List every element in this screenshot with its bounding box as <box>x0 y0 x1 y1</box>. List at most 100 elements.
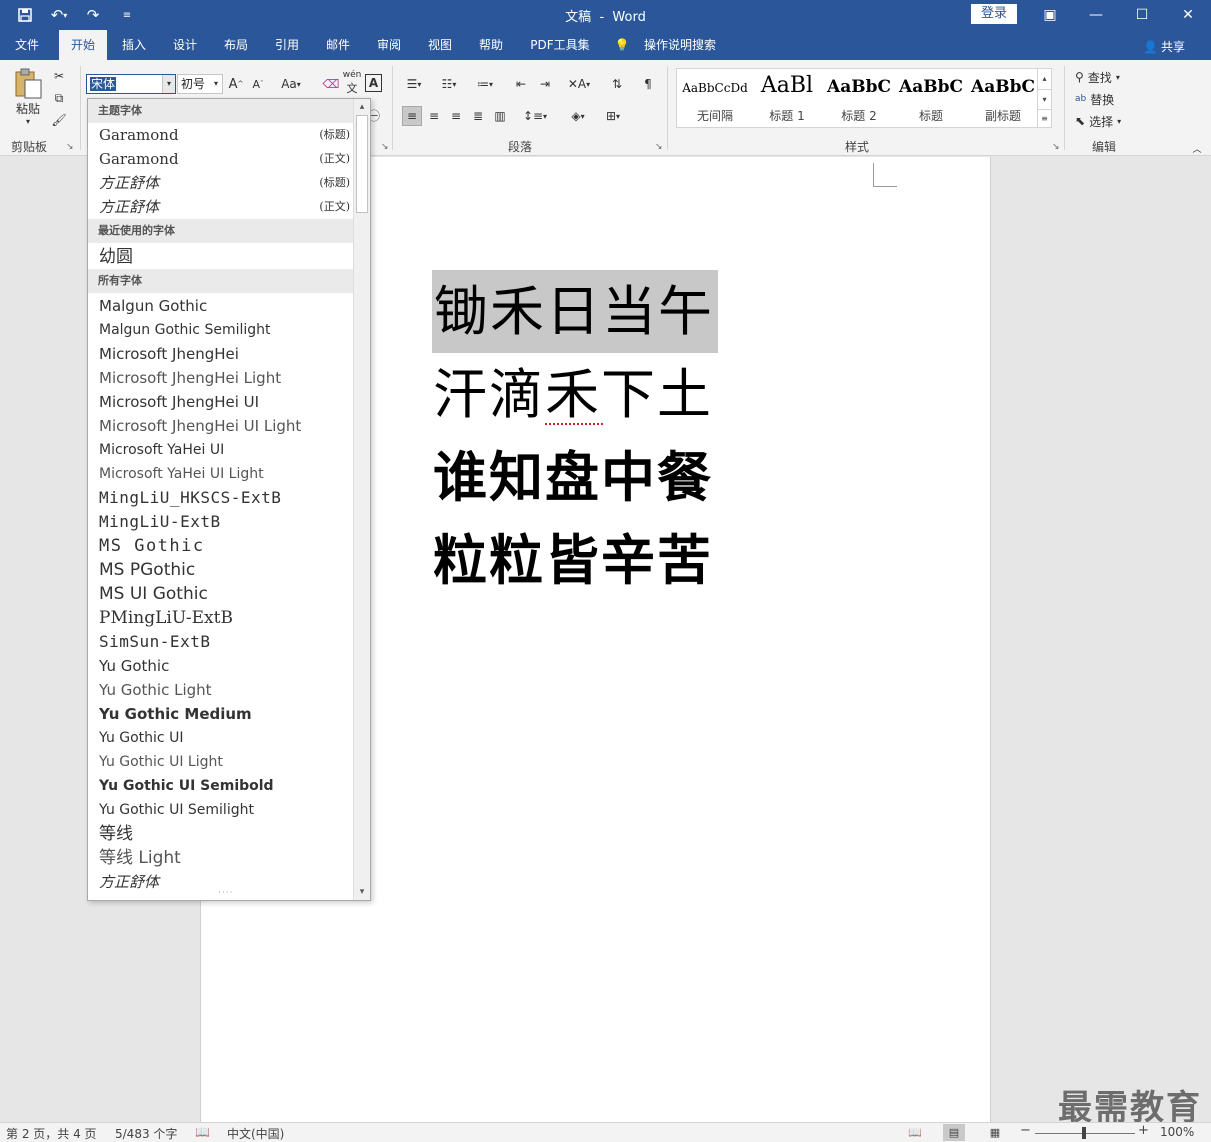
font-option[interactable]: MingLiU_HKSCS-ExtB <box>88 486 354 510</box>
font-option[interactable]: 方正舒体 (标题) <box>88 171 354 195</box>
styles-launcher-icon[interactable]: ↘ <box>1052 142 1060 152</box>
document-line[interactable]: 谁知盘中餐 <box>433 436 713 519</box>
zoom-in-icon[interactable]: + <box>1138 1123 1149 1138</box>
font-option[interactable]: SimSun-ExtB <box>88 630 354 654</box>
font-option[interactable]: Microsoft YaHei UI <box>88 438 354 462</box>
align-left-icon[interactable]: ≡ <box>402 106 422 126</box>
format-painter-icon[interactable]: 🖌 <box>51 112 67 128</box>
font-option[interactable]: PMingLiU-ExtB <box>88 606 354 630</box>
font-option[interactable]: Microsoft JhengHei UI Light <box>88 414 354 438</box>
style-subtitle[interactable]: AaBbC 副标题 <box>967 69 1039 127</box>
tab-design[interactable]: 设计 <box>162 30 208 60</box>
zoom-out-icon[interactable]: − <box>1020 1123 1031 1138</box>
font-option[interactable]: Yu Gothic <box>88 654 354 678</box>
numbering-icon[interactable]: ☷ ▾ <box>436 74 462 94</box>
tab-file[interactable]: 文件 <box>0 30 54 60</box>
clear-formatting-icon[interactable]: ⌫ <box>322 74 340 94</box>
tab-insert[interactable]: 插入 <box>111 30 157 60</box>
chinese-layout-icon[interactable]: ✕A ▾ <box>563 74 595 94</box>
character-border-icon[interactable]: A <box>365 74 382 92</box>
multilevel-list-icon[interactable]: ≔ ▾ <box>471 74 499 94</box>
proofing-icon[interactable]: 📖 <box>195 1125 210 1139</box>
distributed-icon[interactable]: ▥ <box>490 106 510 126</box>
font-option[interactable]: MS PGothic <box>88 558 354 582</box>
cut-icon[interactable]: ✂ <box>51 68 67 84</box>
maximize-icon[interactable]: ☐ <box>1119 0 1165 30</box>
zoom-level[interactable]: 100% <box>1160 1125 1194 1139</box>
font-option[interactable]: MingLiU-ExtB <box>88 510 354 534</box>
font-launcher-icon[interactable]: ↘ <box>381 142 389 152</box>
tab-review[interactable]: 审阅 <box>366 30 412 60</box>
font-option[interactable]: 等线 <box>88 822 354 846</box>
font-option[interactable]: Yu Gothic Medium <box>88 702 354 726</box>
paste-icon[interactable] <box>12 68 44 100</box>
font-option[interactable]: Microsoft YaHei UI Light <box>88 462 354 486</box>
tab-help[interactable]: 帮助 <box>468 30 514 60</box>
print-layout-icon[interactable]: ▤ <box>943 1124 965 1141</box>
paste-label[interactable]: 粘贴 <box>10 100 46 116</box>
gallery-down-icon[interactable]: ▾ <box>1037 89 1051 109</box>
show-marks-icon[interactable]: ¶ <box>640 74 656 94</box>
font-size-box[interactable]: 初号 ▾ <box>177 74 223 94</box>
style-no-spacing[interactable]: AaBbCcDd 无间隔 <box>679 69 751 127</box>
tell-me-search[interactable]: 操作说明搜索 <box>638 30 722 60</box>
font-option[interactable]: Yu Gothic UI Semilight <box>88 798 354 822</box>
font-option[interactable]: Microsoft JhengHei <box>88 342 354 366</box>
font-size-dropdown-icon[interactable]: ▾ <box>210 75 222 93</box>
clipboard-launcher-icon[interactable]: ↘ <box>66 142 74 152</box>
sort-icon[interactable]: ⇅ <box>606 74 628 94</box>
style-title[interactable]: AaBbC 标题 <box>895 69 967 127</box>
font-name-dropdown-icon[interactable]: ▾ <box>162 75 175 93</box>
justify-icon[interactable]: ≣ <box>468 106 488 126</box>
align-center-icon[interactable]: ≡ <box>424 106 444 126</box>
phonetic-guide-button[interactable]: wén 文 <box>343 70 362 95</box>
font-option[interactable]: 方正舒体 (正文) <box>88 195 354 219</box>
minimize-icon[interactable]: — <box>1073 0 1119 30</box>
shading-icon[interactable]: ◈ ▾ <box>563 106 593 126</box>
collapse-ribbon-icon[interactable]: ︿ <box>1190 142 1204 155</box>
tab-pdf-tools[interactable]: PDF工具集 <box>522 30 598 60</box>
scroll-down-icon[interactable]: ▾ <box>354 884 370 900</box>
copy-icon[interactable]: ⧉ <box>51 90 67 106</box>
line-spacing-icon[interactable]: ↕≡ ▾ <box>520 106 550 126</box>
font-option[interactable]: 等线 Light <box>88 846 354 870</box>
increase-indent-icon[interactable]: ⇥ <box>534 74 556 94</box>
tab-references[interactable]: 引用 <box>264 30 310 60</box>
bullets-icon[interactable]: ☰ ▾ <box>401 74 427 94</box>
share-button[interactable]: 👤 共享 <box>1143 38 1185 55</box>
font-option[interactable]: Garamond (标题) <box>88 123 354 147</box>
font-option[interactable]: Microsoft JhengHei Light <box>88 366 354 390</box>
tab-view[interactable]: 视图 <box>417 30 463 60</box>
document-line[interactable]: 锄禾日当午 <box>432 270 718 353</box>
tab-home[interactable]: 开始 <box>59 30 107 60</box>
word-count[interactable]: 5/483 个字 <box>115 1125 177 1142</box>
shrink-font-icon[interactable]: Aˇ <box>250 74 266 94</box>
gallery-up-icon[interactable]: ▴ <box>1037 69 1051 89</box>
font-option[interactable]: Malgun Gothic Semilight <box>88 318 354 342</box>
font-option[interactable]: 幼圆 <box>88 245 354 269</box>
borders-icon[interactable]: ⊞ ▾ <box>598 106 628 126</box>
font-option[interactable]: Yu Gothic UI Light <box>88 750 354 774</box>
font-option[interactable]: Yu Gothic UI Semibold <box>88 774 354 798</box>
replace-button[interactable]: ab 替换 <box>1075 90 1137 108</box>
scroll-up-icon[interactable]: ▴ <box>354 99 370 115</box>
language[interactable]: 中文(中国) <box>227 1125 284 1142</box>
tab-mailings[interactable]: 邮件 <box>315 30 361 60</box>
font-option[interactable]: Microsoft JhengHei UI <box>88 390 354 414</box>
font-option[interactable]: MS Gothic <box>88 534 354 558</box>
paste-dropdown-icon[interactable]: ▾ <box>22 116 34 126</box>
gallery-more-icon[interactable]: ≡ <box>1037 109 1051 127</box>
tab-layout[interactable]: 布局 <box>213 30 259 60</box>
decrease-indent-icon[interactable]: ⇤ <box>510 74 532 94</box>
ribbon-display-options-icon[interactable]: ▣ <box>1027 0 1073 30</box>
grow-font-icon[interactable]: A ^ <box>228 74 244 94</box>
web-layout-icon[interactable]: ▦ <box>984 1124 1006 1141</box>
login-button[interactable]: 登录 <box>971 4 1017 24</box>
document-line[interactable]: 粒粒皆辛苦 <box>433 519 713 602</box>
font-option[interactable]: Malgun Gothic <box>88 294 354 318</box>
change-case-button[interactable]: Aa ▾ <box>278 74 304 94</box>
font-name-box[interactable]: 宋体 ▾ <box>86 74 176 94</box>
read-mode-icon[interactable]: 📖 <box>904 1124 926 1141</box>
close-icon[interactable]: ✕ <box>1165 0 1211 30</box>
style-heading-2[interactable]: AaBbC 标题 2 <box>823 69 895 127</box>
